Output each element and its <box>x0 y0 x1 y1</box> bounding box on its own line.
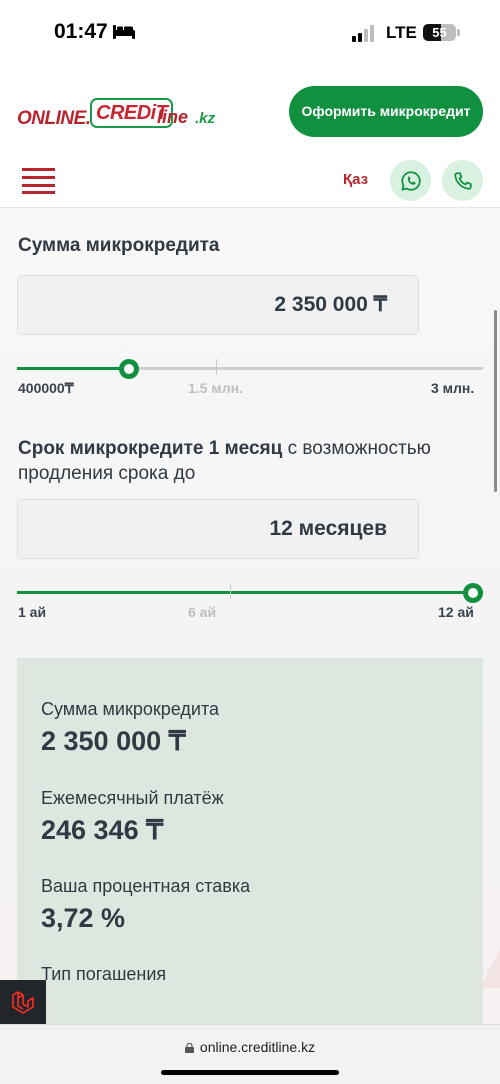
amount-field[interactable]: 2 350 000 ₸ <box>17 275 419 335</box>
network-type: LTE <box>386 23 417 42</box>
phone-icon <box>453 171 472 190</box>
amount-slider-fill <box>17 367 130 370</box>
result-panel: Сумма микрокредита 2 350 000 ₸ Ежемесячн… <box>17 658 483 1024</box>
language-switch-link[interactable]: Қаз <box>343 171 368 188</box>
term-tick-max: 12 ай <box>438 604 474 620</box>
url-display[interactable]: online.creditline.kz <box>0 1039 500 1055</box>
apply-microcredit-button[interactable]: Оформить микрокредит <box>289 86 483 137</box>
result-amount-value: 2 350 000 ₸ <box>41 726 186 756</box>
amount-tick-max: 3 млн. <box>431 380 475 396</box>
amount-slider-mid-tick <box>216 359 217 375</box>
term-slider-fill <box>17 591 483 594</box>
calculator-section: Сумма микрокредита 2 350 000 ₸ 400000₸ 1… <box>0 208 500 1024</box>
term-tick-mid: 6 ай <box>188 604 217 620</box>
whatsapp-button[interactable] <box>390 160 431 201</box>
amount-tick-min: 400000₸ <box>18 380 74 396</box>
status-bar: 01:47 LTE 55 <box>0 0 500 68</box>
term-slider-mid-tick <box>230 583 231 599</box>
term-title: Срок микрокредите 1 месяц с возможностью… <box>18 436 483 486</box>
battery-icon: 55 <box>423 24 456 41</box>
result-monthly-label: Ежемесячный платёж <box>41 788 224 808</box>
signal-strength-icon <box>352 24 378 42</box>
amount-title: Сумма микрокредита <box>18 235 220 256</box>
hamburger-menu-icon[interactable] <box>22 168 55 194</box>
sleep-mode-icon <box>113 25 135 39</box>
term-slider-handle[interactable] <box>463 583 483 603</box>
debug-toolbar-button[interactable] <box>0 980 46 1024</box>
result-rate-value: 3,72 % <box>41 903 126 933</box>
site-logo[interactable]: ONLINE. CREDiT line .kz <box>17 94 217 134</box>
term-field[interactable]: 12 месяцев <box>17 499 419 559</box>
logo-text-online: ONLINE. <box>17 108 91 129</box>
decorative-shape <box>480 948 500 988</box>
page-scrollbar[interactable] <box>494 310 497 492</box>
site-header: ONLINE. CREDiT line .kz Оформить микрокр… <box>0 68 500 208</box>
term-slider[interactable] <box>17 582 483 604</box>
home-indicator[interactable] <box>161 1070 339 1075</box>
amount-slider[interactable] <box>17 358 483 380</box>
logo-text-line: line <box>157 107 189 127</box>
laravel-logo-icon <box>12 991 34 1014</box>
battery-nub <box>457 29 460 36</box>
logo-text-kz: .kz <box>195 110 216 127</box>
result-repayment-label: Тип погашения <box>41 964 167 984</box>
lock-icon <box>184 1043 194 1053</box>
phone-button[interactable] <box>442 160 483 201</box>
term-tick-min: 1 ай <box>18 604 47 620</box>
amount-slider-handle[interactable] <box>119 359 140 379</box>
browser-address-bar[interactable]: online.creditline.kz <box>0 1024 500 1084</box>
url-text: online.creditline.kz <box>199 1039 316 1055</box>
status-time: 01:47 <box>54 20 108 43</box>
amount-tick-mid: 1.5 млн. <box>188 380 243 396</box>
result-monthly-value: 246 346 ₸ <box>41 815 164 845</box>
battery-level: 55 <box>432 25 447 40</box>
whatsapp-icon <box>400 170 421 191</box>
result-rate-label: Ваша процентная ставка <box>41 876 251 896</box>
result-amount-label: Сумма микрокредита <box>41 699 219 719</box>
term-title-bold: Срок микрокредите 1 месяц <box>18 438 283 459</box>
